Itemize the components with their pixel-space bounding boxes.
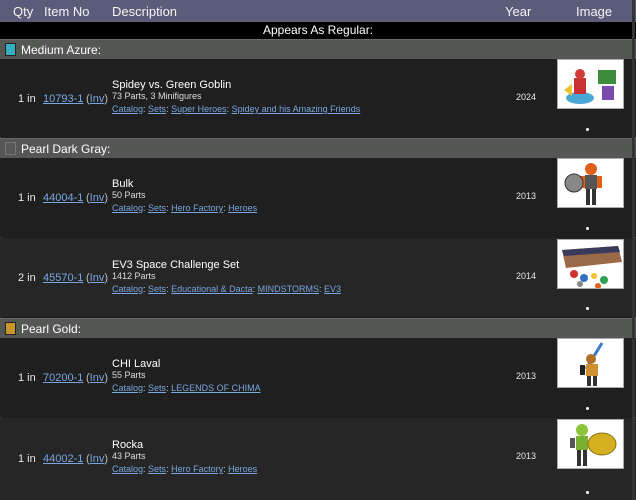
color-group-header: Medium Azure: [0,39,636,59]
set-year: 2014 [516,271,537,281]
breadcrumb-subtheme[interactable]: Spidey and his Amazing Friends [232,104,361,114]
row-qty: 1 in [18,372,36,384]
row-qty: 2 in [18,272,36,284]
set-image[interactable] [557,59,624,109]
color-name: Pearl Gold: [21,322,82,336]
set-title: Bulk [112,178,134,190]
color-swatch [5,322,16,335]
color-group-header: Pearl Dark Gray: [0,138,636,158]
image-dot [586,407,589,410]
set-title: Spidey vs. Green Goblin [112,79,232,91]
breadcrumb-sets[interactable]: Sets [148,203,166,213]
set-year: 2013 [516,371,537,381]
set-parts: 50 Parts [112,190,146,200]
inventory-link[interactable]: Inv [90,272,105,284]
inventory-link[interactable]: Inv [90,372,105,384]
breadcrumb-subtheme[interactable]: Heroes [228,464,257,474]
scrollbar[interactable] [632,0,635,500]
breadcrumb-subtheme-2[interactable]: EV3 [324,284,341,294]
set-title: EV3 Space Challenge Set [112,259,240,271]
breadcrumb-sets[interactable]: Sets [148,284,166,294]
header-year: Year [505,4,532,19]
catalog-breadcrumb: Catalog: Sets: Hero Factory: Heroes [112,464,258,474]
breadcrumb-sets[interactable]: Sets [148,104,166,114]
set-year: 2013 [516,451,537,461]
item-number-link[interactable]: 44002-1 [43,453,83,465]
inventory-link[interactable]: Inv [90,453,105,465]
inventory-link-wrap: (Inv) [86,93,109,105]
breadcrumb-catalog[interactable]: Catalog [112,284,143,294]
breadcrumb-catalog[interactable]: Catalog [112,383,143,393]
row-qty: 1 in [18,93,36,105]
catalog-breadcrumb: Catalog: Sets: Educational & Dacta: MIND… [112,284,342,294]
item-number-link[interactable]: 10793-1 [43,93,83,105]
breadcrumb-theme[interactable]: Educational & Dacta [171,284,253,294]
color-group-header: Pearl Gold: [0,318,636,338]
inventory-link-wrap: (Inv) [86,192,109,204]
catalog-breadcrumb: Catalog: Sets: LEGENDS OF CHIMA [112,383,261,393]
table-row: 1 in 44004-1 (Inv) Bulk 50 Parts Catalog… [0,158,636,237]
table-row: 1 in 10793-1 (Inv) Spidey vs. Green Gobl… [0,59,636,137]
row-qty: 1 in [18,192,36,204]
breadcrumb-theme[interactable]: Hero Factory [171,203,223,213]
catalog-breadcrumb: Catalog: Sets: Super Heroes: Spidey and … [112,104,361,114]
breadcrumb-subtheme[interactable]: MINDSTORMS [258,284,319,294]
table-row: 2 in 45570-1 (Inv) EV3 Space Challenge S… [0,238,636,317]
set-parts: 55 Parts [112,370,146,380]
breadcrumb-theme[interactable]: Hero Factory [171,464,223,474]
set-parts: 73 Parts, 3 Minifigures [112,91,202,101]
color-swatch [5,43,16,56]
breadcrumb-sets[interactable]: Sets [148,383,166,393]
set-year: 2024 [516,92,537,102]
inventory-link[interactable]: Inv [90,192,105,204]
set-image[interactable] [557,338,624,388]
breadcrumb-theme[interactable]: LEGENDS OF CHIMA [171,383,261,393]
set-parts: 43 Parts [112,451,146,461]
image-dot [586,128,589,131]
appears-as-banner: Appears As Regular: [0,22,636,39]
header-description: Description [112,4,178,19]
set-parts: 1412 Parts [112,271,156,281]
inventory-link-wrap: (Inv) [86,272,109,284]
header-item-no: Item No [44,4,90,19]
color-name: Medium Azure: [21,43,102,57]
breadcrumb-sets[interactable]: Sets [148,464,166,474]
catalog-breadcrumb: Catalog: Sets: Hero Factory: Heroes [112,203,258,213]
header-qty: Qty [13,4,34,19]
color-name: Pearl Dark Gray: [21,142,111,156]
item-number-link[interactable]: 44004-1 [43,192,83,204]
image-dot [586,307,589,310]
inventory-link-wrap: (Inv) [86,372,109,384]
breadcrumb-subtheme[interactable]: Heroes [228,203,257,213]
breadcrumb-catalog[interactable]: Catalog [112,464,143,474]
inventory-link[interactable]: Inv [90,93,105,105]
set-image[interactable] [557,419,624,469]
set-image[interactable] [557,239,624,289]
image-dot [586,227,589,230]
row-qty: 1 in [18,453,36,465]
table-row: 1 in 44002-1 (Inv) Rocka 43 Parts Catalo… [0,418,636,500]
set-title: CHI Laval [112,358,161,370]
item-number-link[interactable]: 45570-1 [43,272,83,284]
set-image[interactable] [557,158,624,208]
set-year: 2013 [516,191,537,201]
set-title: Rocka [112,439,144,451]
breadcrumb-theme[interactable]: Super Heroes [171,104,227,114]
image-dot [586,491,589,494]
color-swatch [5,142,16,155]
table-row: 1 in 70200-1 (Inv) CHI Laval 55 Parts Ca… [0,338,636,417]
header-image: Image [576,4,613,19]
item-number-link[interactable]: 70200-1 [43,372,83,384]
inventory-link-wrap: (Inv) [86,453,109,465]
breadcrumb-catalog[interactable]: Catalog [112,203,143,213]
breadcrumb-catalog[interactable]: Catalog [112,104,143,114]
table-header: Qty Item No Description Year Image [0,0,636,23]
